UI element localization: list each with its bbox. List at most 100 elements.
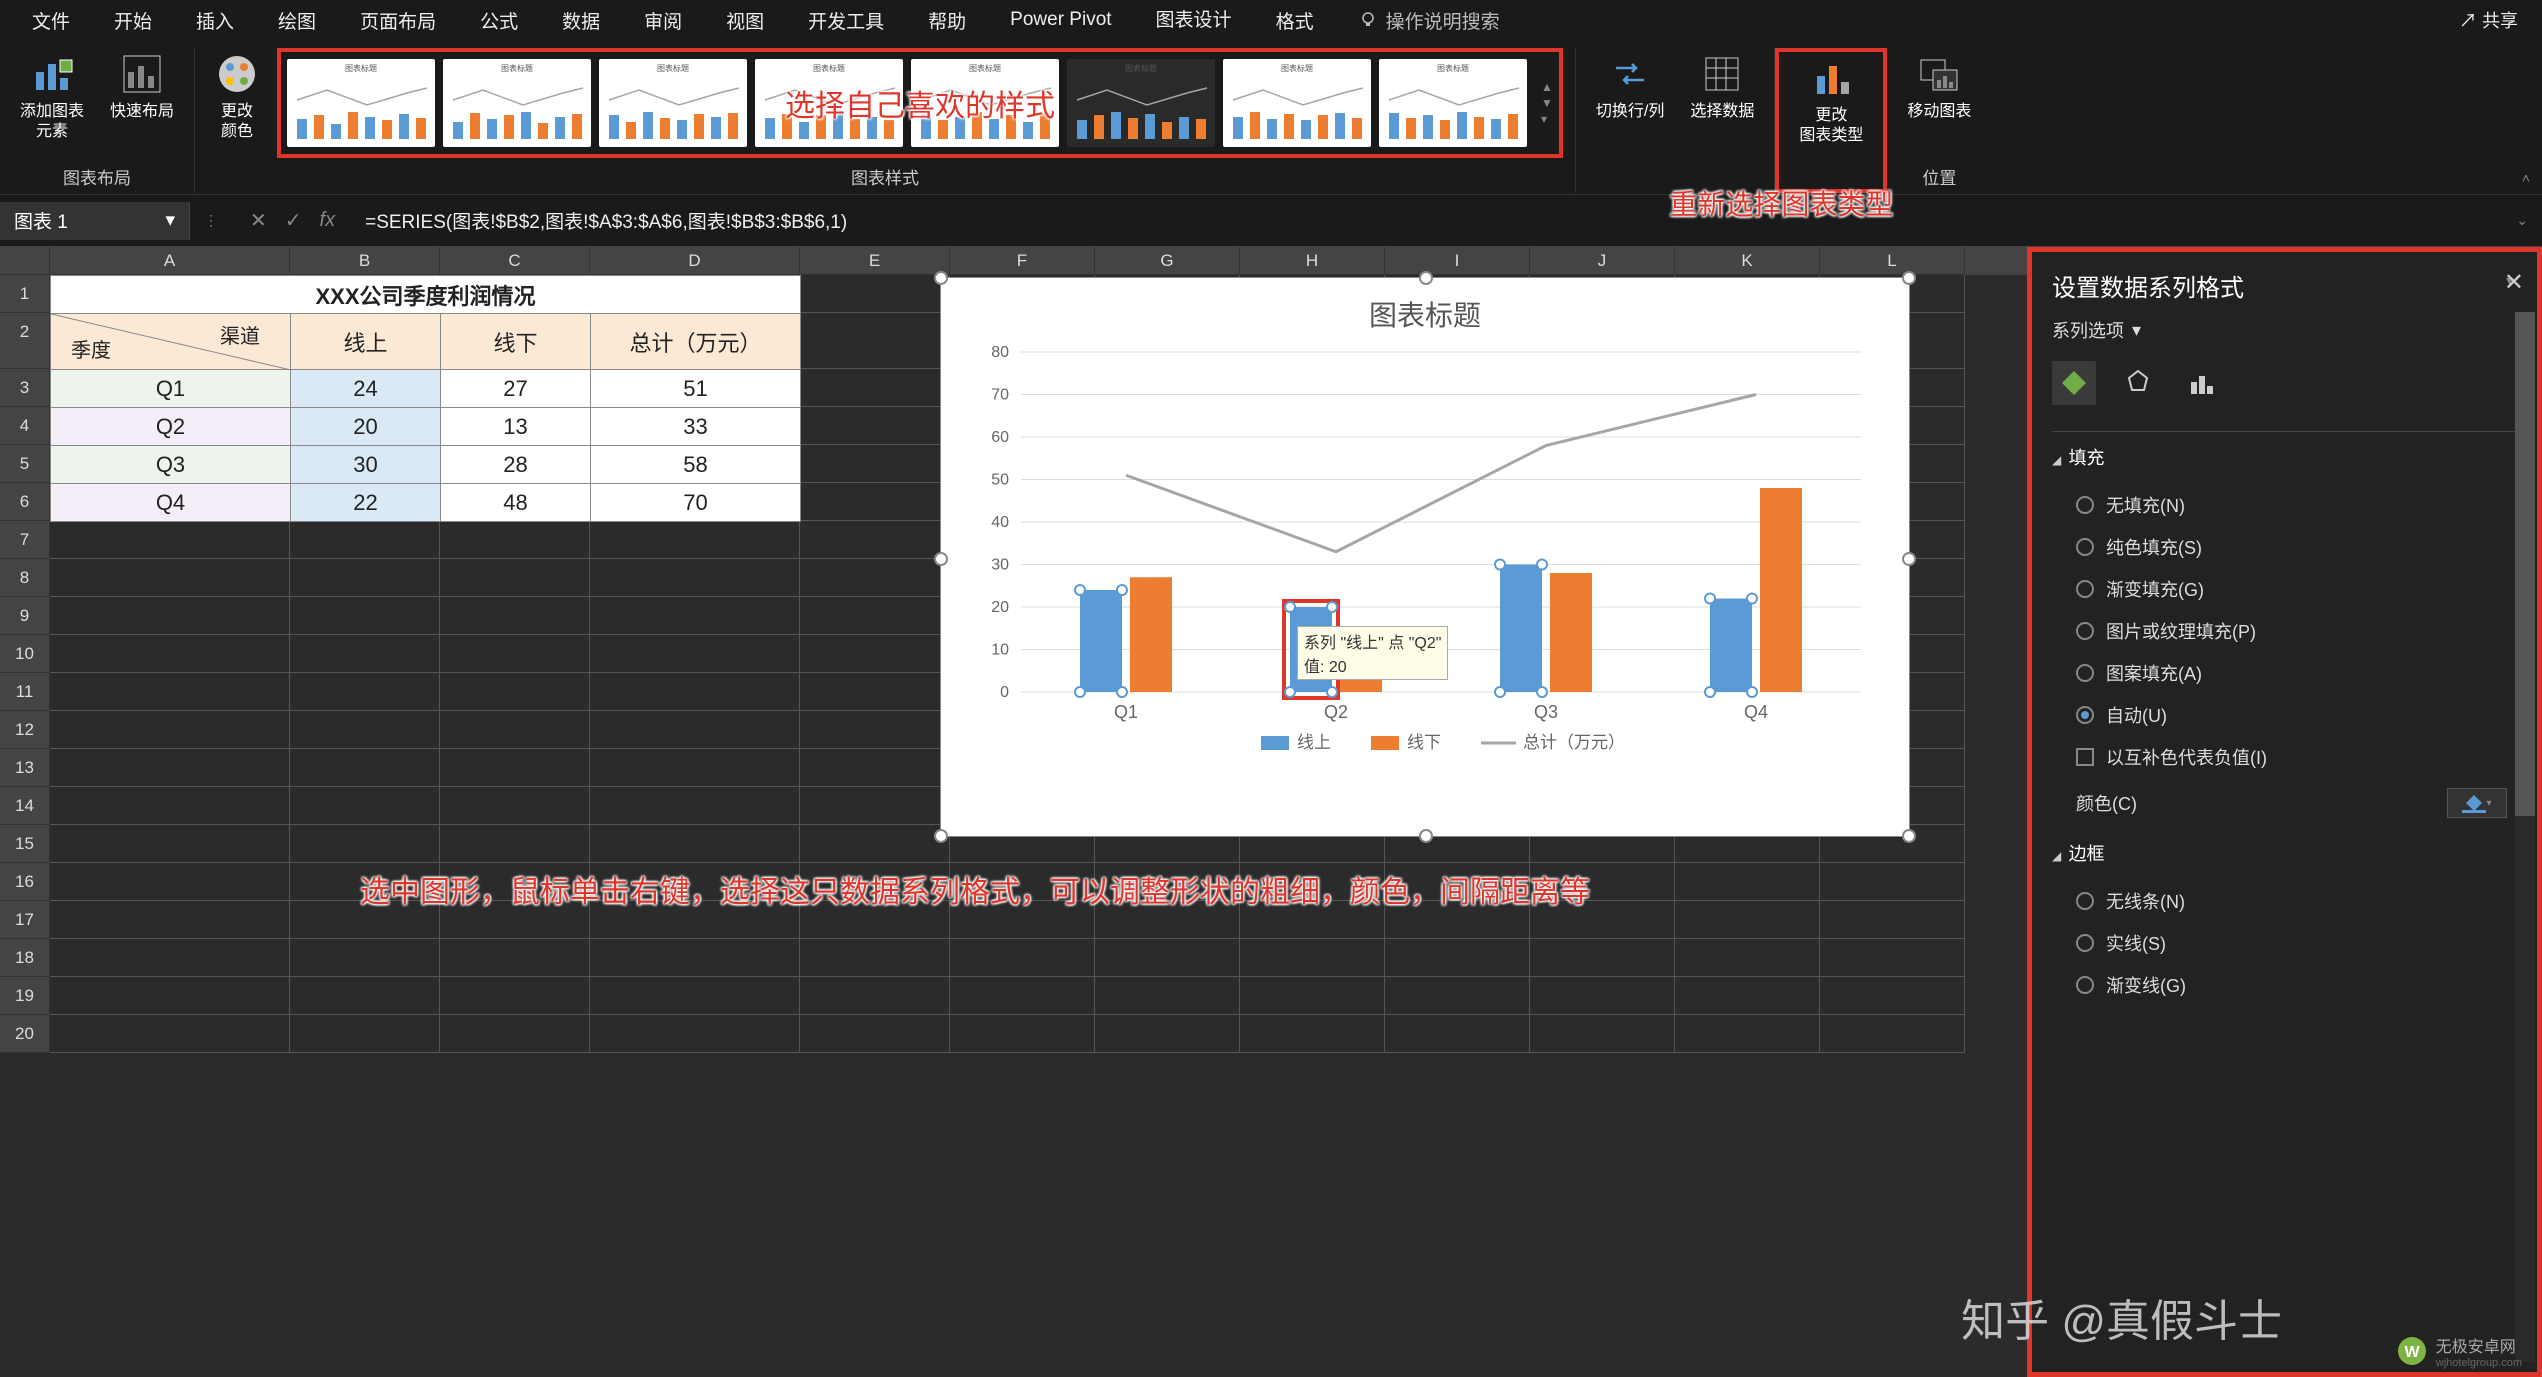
fill-option[interactable]: 渐变填充(G)	[2052, 568, 2527, 610]
cell[interactable]	[590, 939, 800, 977]
cell[interactable]	[440, 749, 590, 787]
col-header[interactable]: F	[950, 247, 1095, 275]
menu-开始[interactable]: 开始	[92, 0, 174, 44]
cell[interactable]	[1095, 977, 1240, 1015]
effects-tab-icon[interactable]	[2116, 361, 2160, 405]
menu-文件[interactable]: 文件	[10, 0, 92, 44]
cell[interactable]	[50, 749, 290, 787]
row-header[interactable]: 16	[0, 863, 50, 901]
gallery-scroll-down-icon[interactable]: ▼	[1541, 96, 1553, 110]
cell[interactable]	[800, 673, 950, 711]
invert-negative-checkbox[interactable]: 以互补色代表负值(I)	[2052, 736, 2527, 778]
menu-格式[interactable]: 格式	[1254, 0, 1336, 44]
pane-close-icon[interactable]: ✕	[2504, 268, 2524, 297]
cell[interactable]	[1820, 1015, 1965, 1053]
cell[interactable]	[590, 977, 800, 1015]
row-header[interactable]: 20	[0, 1015, 50, 1053]
menu-审阅[interactable]: 审阅	[622, 0, 704, 44]
cell[interactable]	[290, 635, 440, 673]
cell[interactable]	[440, 825, 590, 863]
formula-input[interactable]: =SERIES(图表!$B$2,图表!$A$3:$A$6,图表!$B$3:$B$…	[353, 207, 2502, 234]
embedded-chart[interactable]: 图表标题 01020304050607080Q1Q2Q3Q4线上线下总计（万元）…	[940, 277, 1910, 837]
col-header[interactable]: D	[590, 247, 800, 275]
cell[interactable]	[440, 1015, 590, 1053]
row-header[interactable]: 19	[0, 977, 50, 1015]
cell[interactable]	[440, 977, 590, 1015]
series-options-dropdown[interactable]: 系列选项 ▾	[2052, 317, 2141, 343]
cell[interactable]	[950, 1015, 1095, 1053]
fill-option[interactable]: 图案填充(A)	[2052, 652, 2527, 694]
switch-row-col-button[interactable]: 切换行/列	[1588, 48, 1672, 126]
cell[interactable]	[1240, 1015, 1385, 1053]
share-button[interactable]: ↗ 共享	[2445, 1, 2532, 39]
gallery-more-icon[interactable]: ▾	[1541, 112, 1553, 126]
menu-图表设计[interactable]: 图表设计	[1134, 0, 1254, 45]
cell[interactable]	[1095, 939, 1240, 977]
cell[interactable]	[800, 407, 950, 445]
cell[interactable]	[1095, 1015, 1240, 1053]
row-header[interactable]: 7	[0, 521, 50, 559]
series-options-tab-icon[interactable]	[2180, 361, 2224, 405]
cancel-formula-icon[interactable]: ✕	[250, 208, 267, 233]
cell[interactable]	[290, 711, 440, 749]
gallery-scroll-up-icon[interactable]: ▲	[1541, 80, 1553, 94]
col-header[interactable]: C	[440, 247, 590, 275]
cell[interactable]	[590, 1015, 800, 1053]
cell[interactable]	[50, 597, 290, 635]
cell[interactable]	[440, 635, 590, 673]
cell[interactable]	[290, 787, 440, 825]
row-header[interactable]: 14	[0, 787, 50, 825]
move-chart-button[interactable]: 移动图表	[1899, 48, 1979, 126]
menu-视图[interactable]: 视图	[704, 0, 786, 44]
name-box[interactable]: 图表 1▾	[0, 202, 190, 240]
cell[interactable]	[800, 787, 950, 825]
cell[interactable]	[800, 977, 950, 1015]
cell[interactable]	[1530, 1015, 1675, 1053]
cell[interactable]	[440, 597, 590, 635]
cell[interactable]	[1675, 977, 1820, 1015]
cell[interactable]	[440, 711, 590, 749]
cell[interactable]	[590, 635, 800, 673]
namebox-dropdown-icon[interactable]: ▾	[165, 209, 175, 232]
cell[interactable]	[1675, 939, 1820, 977]
cell[interactable]	[1385, 939, 1530, 977]
cell[interactable]	[440, 521, 590, 559]
select-data-button[interactable]: 选择数据	[1682, 48, 1762, 126]
border-option[interactable]: 无线条(N)	[2052, 880, 2527, 922]
cell[interactable]	[50, 977, 290, 1015]
cell[interactable]	[590, 559, 800, 597]
fill-line-tab-icon[interactable]	[2052, 361, 2096, 405]
row-header[interactable]: 15	[0, 825, 50, 863]
cell[interactable]	[590, 597, 800, 635]
cell[interactable]	[50, 635, 290, 673]
cell[interactable]	[590, 521, 800, 559]
fx-icon[interactable]: fx	[320, 209, 336, 232]
cell[interactable]	[1240, 939, 1385, 977]
cell[interactable]	[800, 313, 950, 369]
cell[interactable]	[290, 939, 440, 977]
cell[interactable]	[290, 559, 440, 597]
cell[interactable]	[800, 711, 950, 749]
bar-online[interactable]	[1500, 565, 1542, 693]
cell[interactable]	[50, 901, 290, 939]
fill-option[interactable]: 无填充(N)	[2052, 484, 2527, 526]
row-header[interactable]: 8	[0, 559, 50, 597]
fill-option[interactable]: 自动(U)	[2052, 694, 2527, 736]
row-header[interactable]: 3	[0, 369, 50, 407]
row-header[interactable]: 9	[0, 597, 50, 635]
col-header[interactable]: K	[1675, 247, 1820, 275]
cell[interactable]	[1385, 1015, 1530, 1053]
cell[interactable]	[800, 749, 950, 787]
worksheet[interactable]: ABCDEFGHIJKL 123456789101112131415161718…	[0, 247, 2027, 1377]
col-header[interactable]: I	[1385, 247, 1530, 275]
chart-style-thumb[interactable]: 图表标题	[287, 59, 435, 147]
cell[interactable]	[50, 787, 290, 825]
cell[interactable]	[1530, 977, 1675, 1015]
cell[interactable]	[440, 787, 590, 825]
bar-online[interactable]	[1710, 599, 1752, 693]
cell[interactable]	[1240, 977, 1385, 1015]
cell[interactable]	[440, 559, 590, 597]
accept-formula-icon[interactable]: ✓	[285, 208, 302, 233]
cell[interactable]	[440, 673, 590, 711]
chart-plot-area[interactable]: 01020304050607080Q1Q2Q3Q4线上线下总计（万元）	[941, 342, 1911, 812]
